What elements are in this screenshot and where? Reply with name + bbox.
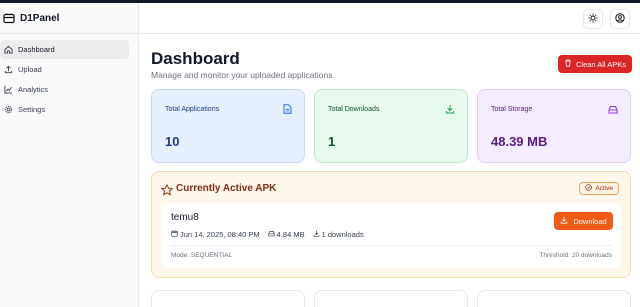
clean-all-apks-label: Clean All APKs — [575, 59, 627, 69]
user-circle-icon — [615, 10, 625, 28]
sidebar: D1Panel Dashboard Upload Analytics Setti… — [0, 3, 139, 307]
stat-value: 48.39 MB — [491, 134, 548, 149]
stat-label: Total Applications — [165, 106, 220, 113]
stat-card-total-downloads: Total Downloads 1 — [314, 89, 468, 163]
sidebar-item-settings[interactable]: Settings — [0, 100, 129, 119]
main-content: Dashboard Manage and monitor your upload… — [139, 34, 640, 307]
apk-downloads: 1 downloads — [313, 230, 364, 239]
apk-date: Jun 14, 2025, 08:40 PM — [171, 230, 260, 239]
star-icon — [160, 183, 174, 196]
sidebar-item-analytics[interactable]: Analytics — [0, 80, 129, 99]
apk-downloads-text: 1 downloads — [321, 230, 364, 239]
apk-meta: Jun 14, 2025, 08:40 PM 4.84 MB 1 downloa… — [171, 230, 372, 239]
status-badge: Active — [579, 182, 619, 195]
page-subtitle: Manage and monitor your uploaded applica… — [151, 70, 333, 80]
brand[interactable]: D1Panel — [0, 3, 138, 34]
active-apk-card: Currently Active APK Active temu8 Jun 14… — [151, 171, 631, 278]
sidebar-item-upload[interactable]: Upload — [0, 60, 129, 79]
bottom-card — [477, 290, 631, 307]
stat-value: 1 — [328, 134, 336, 149]
bottom-card — [314, 290, 468, 307]
calendar-icon — [171, 230, 178, 239]
chart-icon — [3, 85, 13, 95]
top-header — [139, 3, 640, 34]
stat-label: Total Storage — [491, 106, 533, 113]
upload-icon — [3, 65, 13, 75]
drive-icon — [267, 230, 275, 239]
sidebar-item-label: Settings — [18, 105, 46, 114]
sidebar-item-label: Analytics — [18, 85, 49, 94]
gear-icon — [3, 105, 13, 115]
apk-date-text: Jun 14, 2025, 08:40 PM — [180, 230, 260, 239]
drive-icon — [608, 104, 618, 114]
app-name: D1Panel — [20, 12, 60, 24]
download-icon — [445, 104, 455, 114]
bottom-card — [151, 290, 305, 307]
package-icon — [2, 11, 16, 25]
download-button-label: Download — [573, 216, 607, 226]
sidebar-item-label: Dashboard — [18, 45, 55, 54]
theme-toggle-button[interactable] — [583, 9, 603, 29]
stat-value: 10 — [165, 134, 180, 149]
download-icon — [560, 216, 568, 226]
stat-label: Total Downloads — [328, 106, 380, 113]
sidebar-nav: Dashboard Upload Analytics Settings — [0, 34, 138, 119]
divider — [171, 245, 612, 246]
check-circle-icon — [585, 184, 593, 193]
apk-name: temu8 — [171, 212, 199, 223]
apk-threshold: Threshold: 20 downloads — [539, 252, 612, 259]
apk-size: 4.84 MB — [267, 230, 305, 239]
page-title: Dashboard — [151, 49, 240, 68]
file-icon — [282, 104, 292, 114]
apk-mode: Mode: SEQUENTIAL — [171, 252, 233, 259]
sun-icon — [588, 10, 598, 28]
active-apk-heading: Currently Active APK — [176, 183, 277, 194]
sidebar-item-dashboard[interactable]: Dashboard — [0, 40, 129, 59]
stat-card-total-applications: Total Applications 10 — [151, 89, 305, 163]
profile-button[interactable] — [610, 9, 630, 29]
sidebar-item-label: Upload — [18, 65, 42, 74]
download-icon — [313, 230, 320, 239]
apk-size-text: 4.84 MB — [276, 230, 305, 239]
download-button[interactable]: Download — [554, 212, 613, 230]
active-apk-details: temu8 Jun 14, 2025, 08:40 PM 4.84 MB 1 d… — [162, 203, 621, 268]
trash-icon — [564, 59, 572, 69]
clean-all-apks-button[interactable]: Clean All APKs — [558, 55, 632, 73]
status-badge-label: Active — [595, 185, 613, 192]
home-icon — [3, 45, 13, 55]
stat-card-total-storage: Total Storage 48.39 MB — [477, 89, 631, 163]
